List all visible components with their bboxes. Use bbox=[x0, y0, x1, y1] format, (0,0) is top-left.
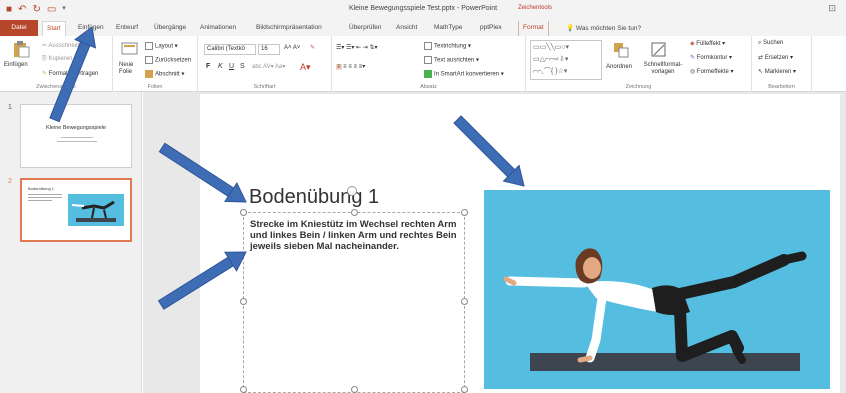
arrow-to-picture bbox=[453, 115, 525, 187]
arrow-to-einfuegen-tab bbox=[49, 26, 97, 123]
annotation-arrows bbox=[49, 26, 525, 310]
arrow-to-body-text bbox=[157, 251, 247, 310]
arrow-to-slide-title bbox=[158, 142, 247, 203]
